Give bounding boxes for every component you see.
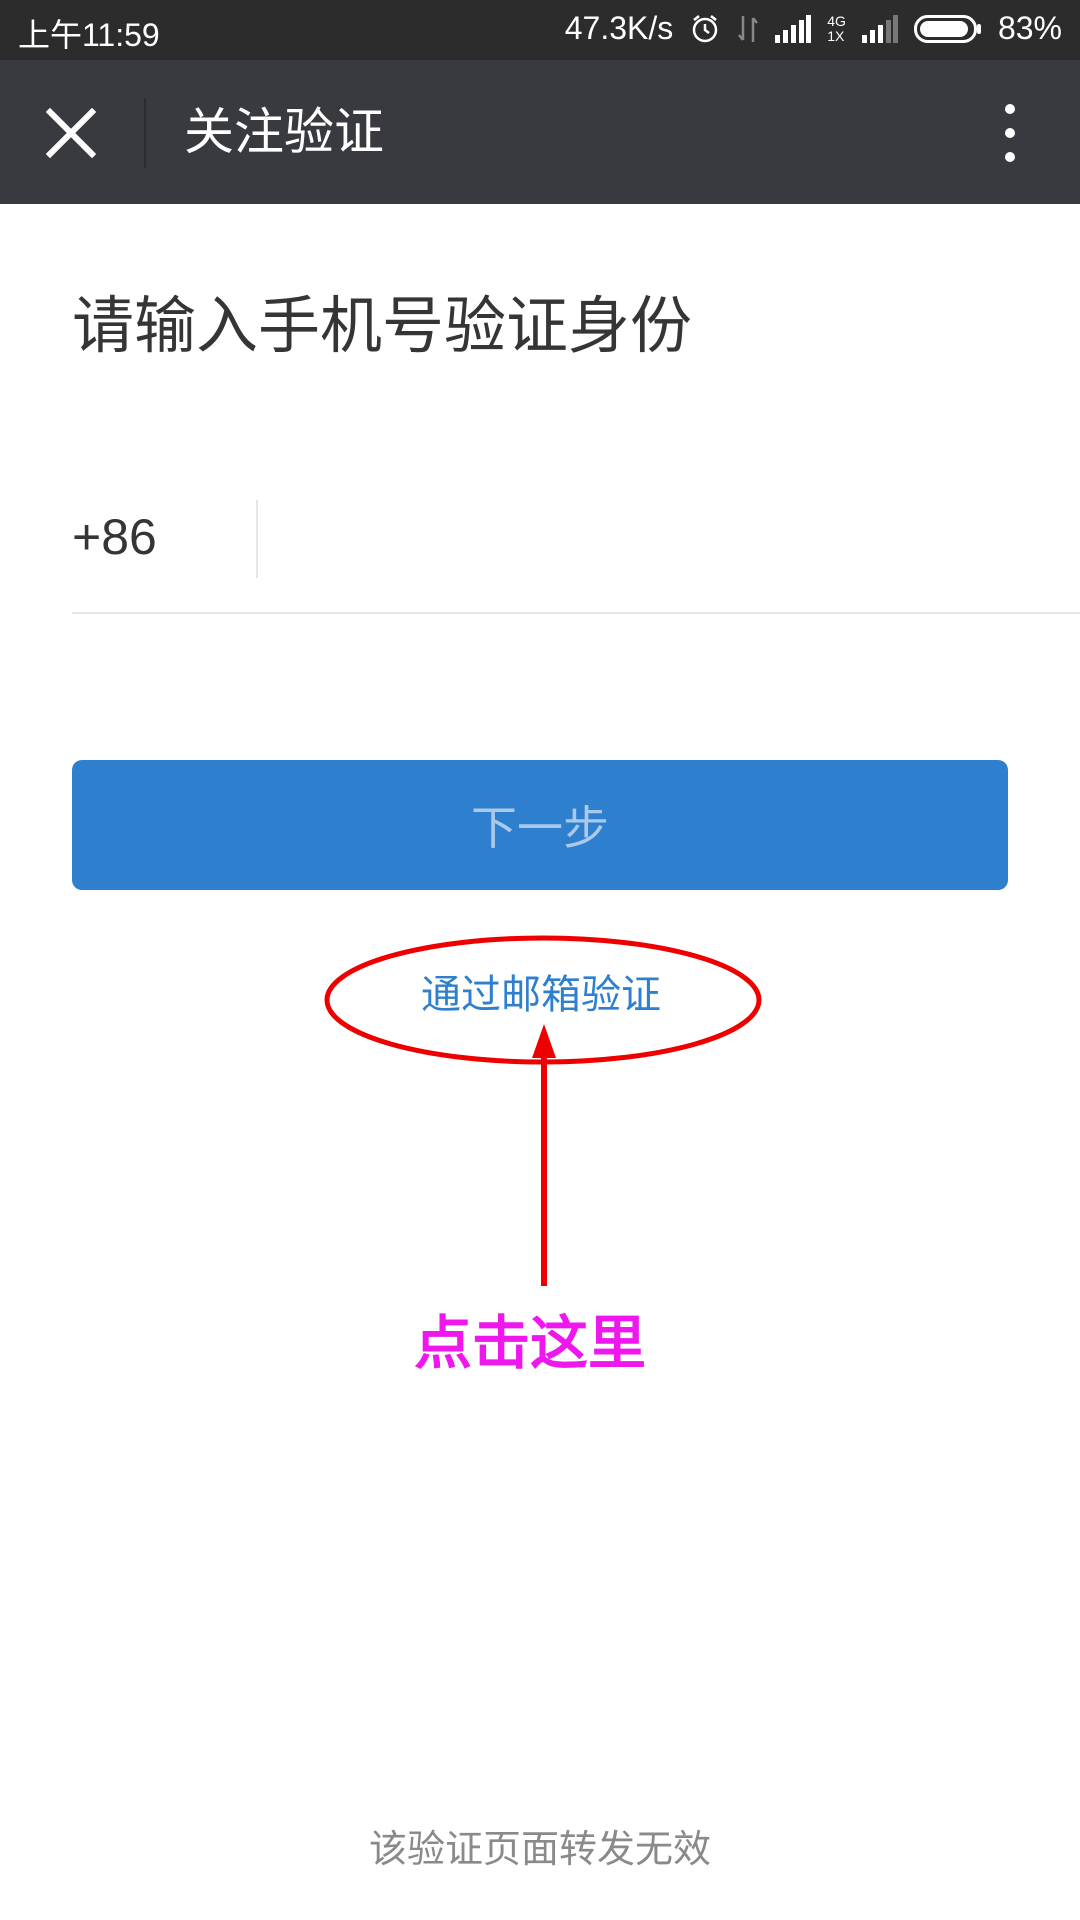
signal-icon [775, 14, 812, 43]
battery-percent: 83% [997, 10, 1062, 46]
network-speed: 47.3K/s [564, 10, 674, 46]
more-vertical-icon-dot [1005, 152, 1015, 162]
status-bar: 上午11:59 47.3K/s 4G 1X 83% [0, 0, 1080, 60]
title-bar: 关注验证 [0, 60, 1080, 204]
alarm-icon [689, 13, 721, 45]
country-code-divider [256, 500, 258, 578]
country-code[interactable]: +86 [72, 508, 157, 566]
battery-icon [913, 14, 982, 43]
signal-icon [861, 14, 898, 43]
close-icon [46, 108, 96, 158]
phone-input-row: +86 [72, 500, 1080, 614]
verification-heading: 请输入手机号验证身份 [72, 289, 693, 362]
footer-note: 该验证页面转发无效 [368, 1827, 711, 1871]
status-indicators: 47.3K/s 4G 1X 83% [565, 10, 1062, 47]
phone-number-input[interactable] [272, 500, 1072, 580]
network-type: 4G 1X [827, 12, 846, 44]
email-verification-link[interactable]: 通过邮箱验证 [326, 962, 756, 1020]
close-button[interactable] [40, 102, 102, 164]
more-options-button[interactable] [990, 98, 1030, 168]
page-title: 关注验证 [184, 103, 384, 161]
next-step-button[interactable]: 下一步 [72, 760, 1008, 890]
annotation-arrow-head [532, 1024, 556, 1058]
data-transfer-icon [737, 14, 759, 44]
annotation-label: 点击这里 [414, 1309, 647, 1377]
status-time: 上午11:59 [18, 17, 160, 53]
more-vertical-icon [1005, 104, 1015, 114]
title-divider [144, 98, 146, 168]
more-vertical-icon-dot [1005, 128, 1015, 138]
